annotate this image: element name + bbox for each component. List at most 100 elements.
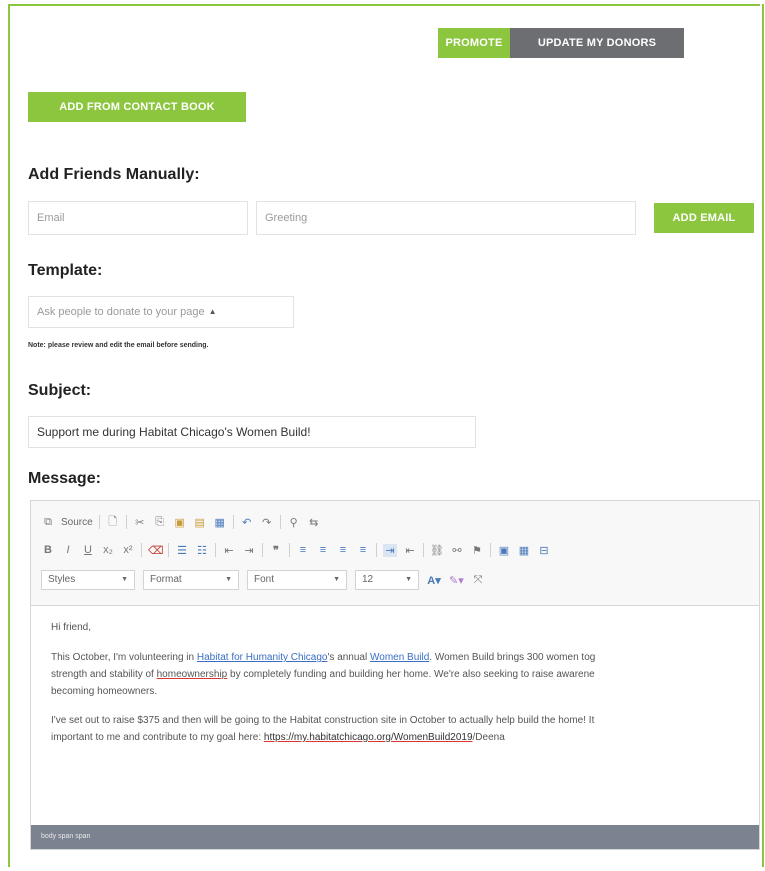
add-from-contact-book-button[interactable]: ADD FROM CONTACT BOOK [28,92,246,122]
message-text: by completely funding and building her h… [227,669,595,680]
format-label: Format [150,574,182,585]
replace-icon[interactable]: ⇆ [307,516,321,529]
paste-text-icon[interactable]: ▤ [193,516,207,529]
toolbar-separator [423,543,424,557]
rtl-icon[interactable]: ⇤ [403,544,417,557]
blockquote-icon[interactable]: ❞ [269,544,283,557]
align-right-icon[interactable]: ≡ [336,544,350,556]
message-text: important to me and contribute to my goa… [51,732,264,743]
subscript-icon[interactable]: x₂ [101,544,115,556]
font-size-dropdown[interactable]: 12 ▼ [355,570,419,590]
toolbar-separator [125,515,127,529]
font-label: Font [254,574,275,585]
cut-icon[interactable]: ✂ [133,516,147,529]
message-body[interactable]: Hi friend, This October, I'm volunteerin… [51,619,751,758]
message-editor[interactable]: ⧉ Source 🗋 ✂ ⎘ ▣ ▤ ▦ ↶ ↷ ⚲ ⇆ B I U x₂ x²… [30,500,760,850]
copy-icon[interactable]: ⎘ [153,516,167,529]
outdent-icon[interactable]: ⇤ [222,544,236,557]
dropdown-arrow-icon: ▼ [121,576,128,583]
text-color-icon[interactable]: A▾ [427,574,441,587]
numbered-list-icon[interactable]: ☰ [175,544,189,557]
message-paragraph-2: I've set out to raise $375 and then will… [51,712,751,746]
toolbar-row-1: ⧉ Source 🗋 ✂ ⎘ ▣ ▤ ▦ ↶ ↷ ⚲ ⇆ [41,511,321,533]
toolbar-separator [376,543,377,557]
editor-element-path[interactable]: body span span [31,825,759,849]
message-text: becoming homeowners. [51,686,158,697]
format-dropdown[interactable]: Format ▼ [143,570,239,590]
italic-icon[interactable]: I [61,544,75,556]
add-email-button[interactable]: ADD EMAIL [654,203,754,233]
donation-page-link[interactable]: https://my.habitatchicago.org/WomenBuild… [264,732,473,743]
redo-icon[interactable]: ↷ [260,516,274,529]
bold-icon[interactable]: B [41,544,55,556]
toolbar-separator [490,543,491,557]
template-selected-value: Ask people to donate to your page [37,306,205,318]
women-build-link[interactable]: Women Build [370,652,429,663]
new-page-icon[interactable]: 🗋 [106,513,120,532]
toolbar-separator [279,515,281,529]
toolbar-separator [141,543,142,557]
toolbar-separator [98,515,100,529]
message-text: 's annual [327,652,370,663]
background-color-icon[interactable]: ✎▾ [449,574,464,587]
image-icon[interactable]: ▣ [497,544,511,557]
message-text: . Women Build brings 300 women tog [429,652,596,663]
find-icon[interactable]: ⚲ [287,516,301,529]
tab-promote[interactable]: PROMOTE [438,28,510,58]
message-text: /Deena [472,732,505,743]
message-text: strength and stability of [51,669,157,680]
dropdown-arrow-icon: ▼ [225,576,232,583]
source-icon[interactable]: ⧉ [41,516,55,529]
undo-icon[interactable]: ↶ [240,516,254,529]
greeting-input[interactable]: Greeting [256,201,636,235]
habitat-chicago-link[interactable]: Habitat for Humanity Chicago [197,652,328,663]
styles-dropdown[interactable]: Styles ▼ [41,570,135,590]
dropdown-arrow-icon: ▼ [405,576,412,583]
paste-word-icon[interactable]: ▦ [213,516,227,529]
toolbar-separator [232,515,234,529]
underline-icon[interactable]: U [81,544,95,556]
message-greeting: Hi friend, [51,622,92,633]
align-left-icon[interactable]: ≡ [296,544,310,556]
email-input[interactable]: Email [28,201,248,235]
page-frame-right-edge [762,4,764,867]
toolbar-separator [215,543,216,557]
align-center-icon[interactable]: ≡ [316,544,330,556]
anchor-flag-icon[interactable]: ⚑ [470,544,484,557]
unlink-icon[interactable]: ⚯ [450,544,464,557]
toolbar-separator [289,543,290,557]
template-heading: Template: [28,262,103,279]
toolbar-row-3: Styles ▼ Format ▼ Font ▼ 12 ▼ A▾ ✎▾ ⤧ [41,569,485,591]
template-select[interactable]: Ask people to donate to your page ▲ [28,296,294,328]
editor-toolbar: ⧉ Source 🗋 ✂ ⎘ ▣ ▤ ▦ ↶ ↷ ⚲ ⇆ B I U x₂ x²… [31,501,759,606]
maximize-icon[interactable]: ⤧ [471,574,485,587]
dropdown-arrow-icon: ▼ [333,576,340,583]
indent-icon[interactable]: ⇥ [242,544,256,557]
message-heading: Message: [28,470,101,487]
spellcheck-word: homeownership [156,669,228,680]
font-dropdown[interactable]: Font ▼ [247,570,347,590]
message-text: I've set out to raise $375 and then will… [51,715,595,726]
link-icon[interactable]: ⛓ [430,544,444,557]
caret-down-icon: ▲ [208,307,217,316]
source-button[interactable]: Source [61,517,93,528]
toolbar-separator [168,543,169,557]
remove-format-icon[interactable]: ⌫ [148,544,164,557]
tab-update-my-donors[interactable]: UPDATE MY DONORS [510,28,684,58]
horizontal-line-icon[interactable]: ⊟ [537,544,551,557]
paste-icon[interactable]: ▣ [173,516,187,529]
superscript-icon[interactable]: x² [121,544,135,556]
justify-icon[interactable]: ≡ [356,544,370,556]
toolbar-row-2: B I U x₂ x² ⌫ ☰ ☷ ⇤ ⇥ ❞ ≡ ≡ ≡ ≡ ⇥ ⇤ ⛓ ⚯ [41,539,551,561]
table-icon[interactable]: ▦ [517,544,531,557]
subject-input[interactable]: Support me during Habitat Chicago's Wome… [28,416,476,448]
add-friends-heading: Add Friends Manually: [28,166,200,183]
styles-label: Styles [48,574,76,585]
message-paragraph-1: This October, I'm volunteering in Habita… [51,649,751,700]
bulleted-list-icon[interactable]: ☷ [195,544,209,557]
subject-heading: Subject: [28,382,92,399]
toolbar-separator [262,543,263,557]
message-text: This October, I'm volunteering in [51,652,197,663]
ltr-icon[interactable]: ⇥ [383,543,397,557]
template-note: Note: please review and edit the email b… [28,342,209,349]
